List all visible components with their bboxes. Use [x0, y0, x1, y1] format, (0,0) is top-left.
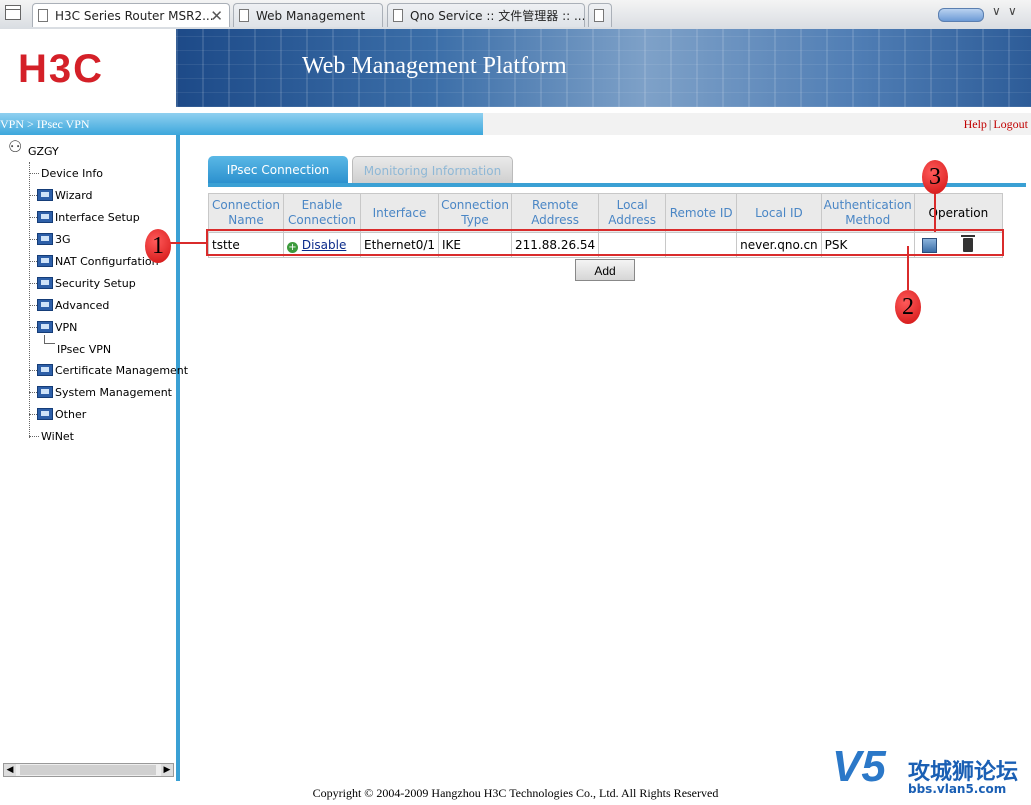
- table-header-row: Connection Name Enable Connection Interf…: [208, 193, 1004, 233]
- sidebar-item-device-info[interactable]: Device Info: [41, 167, 103, 180]
- sidebar-item-winet[interactable]: WiNet: [41, 430, 74, 443]
- new-tab-button[interactable]: [588, 3, 612, 27]
- sidebar-item-interface-setup[interactable]: Interface Setup: [55, 211, 140, 224]
- sidebar-item-ipsec-vpn[interactable]: IPsec VPN: [57, 343, 111, 356]
- add-button[interactable]: Add: [575, 259, 635, 281]
- chevron-down-icon[interactable]: ∨: [992, 4, 1001, 18]
- tree-line: [44, 335, 55, 344]
- sidebar-horizontal-scrollbar[interactable]: ◀ ▶: [3, 763, 174, 777]
- tree-line: [29, 436, 39, 437]
- browser-tab-qno[interactable]: Qno Service :: 文件管理器 :: ...: [387, 3, 585, 27]
- watermark: V5 攻城狮论坛 bbs.vlan5.com: [828, 738, 1028, 802]
- top-links: Help | Logout: [964, 113, 1028, 135]
- user-group-icon: ⚇: [8, 137, 23, 156]
- close-tab-icon[interactable]: ✕: [210, 4, 223, 27]
- header-banner: Web Management Platform: [176, 29, 1031, 107]
- scroll-right-icon[interactable]: ▶: [161, 764, 173, 776]
- sidebar-root[interactable]: GZGY: [28, 145, 59, 158]
- watermark-url: bbs.vlan5.com: [908, 782, 1007, 796]
- tab-underline: [208, 183, 1026, 187]
- callout-1-pointer: [170, 242, 206, 244]
- folder-icon: [37, 277, 53, 289]
- callout-3: 3: [922, 160, 948, 194]
- col-authentication-method: Authentication Method: [820, 193, 915, 233]
- browser-tab-label: Web Management: [256, 9, 366, 23]
- folder-icon: [37, 408, 53, 420]
- tree-line: [29, 162, 30, 438]
- col-connection-name: Connection Name: [208, 193, 284, 233]
- page-icon: [393, 9, 403, 22]
- breadcrumb: VPN > IPsec VPN: [0, 113, 483, 135]
- h3c-logo: H3C: [18, 47, 105, 91]
- sidebar-item-wizard[interactable]: Wizard: [55, 189, 93, 202]
- browser-tab-h3c[interactable]: H3C Series Router MSR2... ✕: [32, 3, 230, 27]
- window-menu-icon[interactable]: [5, 5, 21, 20]
- browser-toggle-switch[interactable]: [938, 8, 984, 22]
- page-icon: [239, 9, 249, 22]
- help-link[interactable]: Help: [964, 117, 987, 131]
- breadcrumb-bar: VPN > IPsec VPN Help | Logout: [0, 113, 1031, 135]
- callout-1: 1: [145, 229, 171, 263]
- tab-ipsec-connection[interactable]: IPsec Connection: [208, 156, 348, 184]
- breadcrumb-filler: [483, 113, 1031, 135]
- folder-icon: [37, 233, 53, 245]
- browser-tab-label: Qno Service :: 文件管理器 :: ...: [410, 9, 585, 23]
- sidebar-item-system-management[interactable]: System Management: [55, 386, 172, 399]
- browser-tab-strip: H3C Series Router MSR2... ✕ Web Manageme…: [0, 0, 1031, 30]
- folder-icon: [37, 211, 53, 223]
- col-operation: Operation: [913, 193, 1004, 233]
- browser-tab-label: H3C Series Router MSR2...: [55, 9, 214, 23]
- folder-open-icon: [37, 321, 53, 333]
- folder-icon: [37, 255, 53, 267]
- folder-icon: [37, 299, 53, 311]
- folder-icon: [37, 189, 53, 201]
- folder-icon: [37, 364, 53, 376]
- browser-tab-web-management[interactable]: Web Management: [233, 3, 383, 27]
- logout-link[interactable]: Logout: [993, 117, 1028, 131]
- chevron-down-icon[interactable]: ∨: [1008, 4, 1017, 18]
- watermark-logo: V5: [832, 742, 886, 791]
- callout-2: 2: [895, 290, 921, 324]
- col-remote-id: Remote ID: [665, 193, 738, 233]
- col-remote-address: Remote Address: [511, 193, 600, 233]
- sidebar-item-security-setup[interactable]: Security Setup: [55, 277, 136, 290]
- sidebar-item-vpn[interactable]: VPN: [55, 321, 77, 334]
- new-tab-icon: [594, 9, 604, 22]
- sidebar-item-3g[interactable]: 3G: [55, 233, 71, 246]
- highlight-box: [206, 229, 1004, 256]
- col-local-address: Local Address: [598, 193, 667, 233]
- col-enable-connection: Enable Connection: [283, 193, 361, 233]
- callout-3-pointer: [934, 192, 936, 232]
- sidebar-item-advanced[interactable]: Advanced: [55, 299, 109, 312]
- sidebar-item-certificate-management[interactable]: Certificate Management: [55, 364, 188, 377]
- scroll-left-icon[interactable]: ◀: [4, 764, 16, 776]
- col-connection-type: Connection Type: [438, 193, 513, 233]
- sidebar-item-other[interactable]: Other: [55, 408, 86, 421]
- scrollbar-thumb[interactable]: [20, 765, 156, 775]
- platform-title: Web Management Platform: [302, 53, 567, 79]
- sidebar-item-nat[interactable]: NAT Configurfation: [55, 255, 159, 268]
- page-icon: [38, 9, 48, 22]
- tree-line: [29, 173, 39, 174]
- folder-icon: [37, 386, 53, 398]
- col-interface: Interface: [359, 193, 440, 233]
- callout-2-pointer: [907, 246, 909, 290]
- tab-monitoring-information[interactable]: Monitoring Information: [352, 156, 513, 184]
- col-local-id: Local ID: [736, 193, 822, 233]
- page-header: H3C Web Management Platform: [0, 29, 1031, 107]
